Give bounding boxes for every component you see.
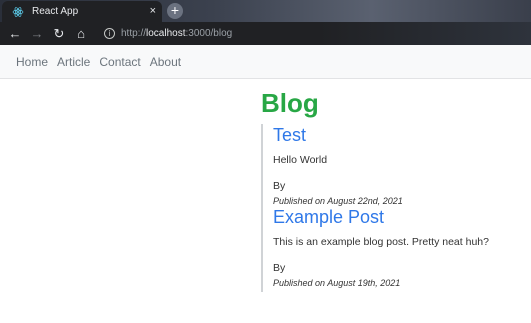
post-list: Test Hello World By Published on August … (261, 124, 529, 292)
forward-arrow-icon[interactable]: → (26, 27, 48, 40)
reload-icon[interactable]: ↻ (48, 27, 70, 40)
home-icon[interactable]: ⌂ (70, 27, 92, 40)
nav-link-article[interactable]: Article (57, 55, 90, 69)
post-author: By (273, 180, 286, 192)
back-arrow-icon[interactable]: ← (4, 27, 26, 40)
post-body: Hello World (273, 154, 328, 166)
nav-link-contact[interactable]: Contact (99, 55, 140, 69)
address-bar[interactable]: http://localhost:3000/blog (121, 28, 232, 39)
url-prefix: http:// (121, 28, 147, 39)
new-tab-icon[interactable]: + (167, 3, 183, 19)
browser-toolbar: ← → ↻ ⌂ i http://localhost:3000/blog (0, 22, 531, 45)
blog-post: Example Post This is an example blog pos… (273, 206, 529, 288)
post-title[interactable]: Example Post (273, 206, 529, 228)
post-date: Published on August 19th, 2021 (273, 278, 401, 288)
tab-close-icon[interactable]: × (150, 6, 156, 17)
site-navbar: Home Article Contact About (0, 45, 531, 79)
post-title[interactable]: Test (273, 124, 529, 146)
post-author: By (273, 262, 286, 274)
browser-tab-strip: React App × + (0, 0, 531, 22)
post-date: Published on August 22nd, 2021 (273, 196, 403, 206)
post-body: This is an example blog post. Pretty nea… (273, 236, 489, 248)
url-host: localhost (146, 28, 186, 39)
tab-title: React App (32, 6, 79, 17)
url-path: :3000/blog (185, 28, 233, 39)
react-icon (12, 6, 24, 17)
browser-tab[interactable]: React App × (2, 1, 162, 22)
site-info-icon[interactable]: i (104, 28, 115, 39)
blog-post: Test Hello World By Published on August … (273, 124, 529, 206)
nav-link-about[interactable]: About (150, 55, 181, 69)
nav-link-home[interactable]: Home (16, 55, 48, 69)
page-title: Blog (261, 88, 319, 118)
